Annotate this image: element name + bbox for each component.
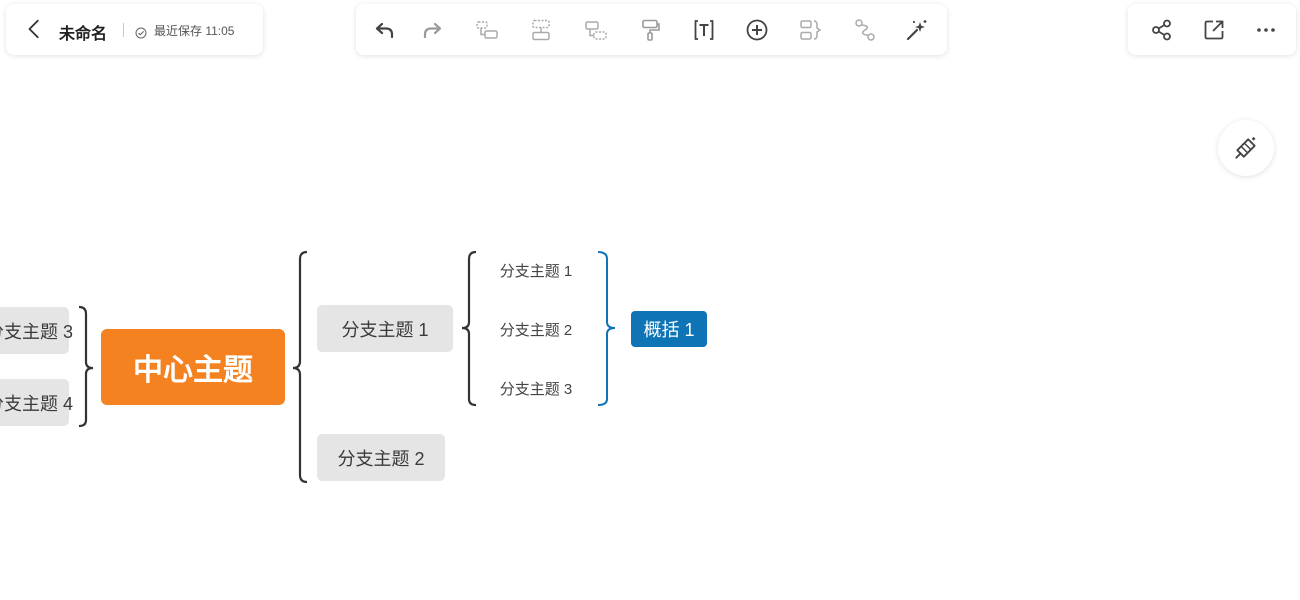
mindmap-connectors bbox=[78, 250, 616, 484]
subtopic-3[interactable]: 分支主题 3 bbox=[486, 375, 586, 401]
topic-branch-3[interactable]: 分支主题 3 bbox=[0, 307, 73, 354]
central-topic[interactable]: 中心主题 bbox=[101, 329, 285, 405]
summary-topic[interactable]: 概括 1 bbox=[631, 311, 707, 347]
branch1-bracket bbox=[461, 250, 477, 407]
summary-bracket bbox=[597, 251, 616, 406]
left-bracket bbox=[78, 305, 94, 428]
topic-branch-2[interactable]: 分支主题 2 bbox=[317, 434, 445, 481]
subtopic-1[interactable]: 分支主题 1 bbox=[486, 257, 586, 283]
topic-branch-1[interactable]: 分支主题 1 bbox=[317, 305, 453, 352]
subtopic-2[interactable]: 分支主题 2 bbox=[486, 316, 586, 342]
main-bracket bbox=[292, 250, 308, 484]
topic-branch-4[interactable]: 分支主题 4 bbox=[0, 379, 73, 426]
